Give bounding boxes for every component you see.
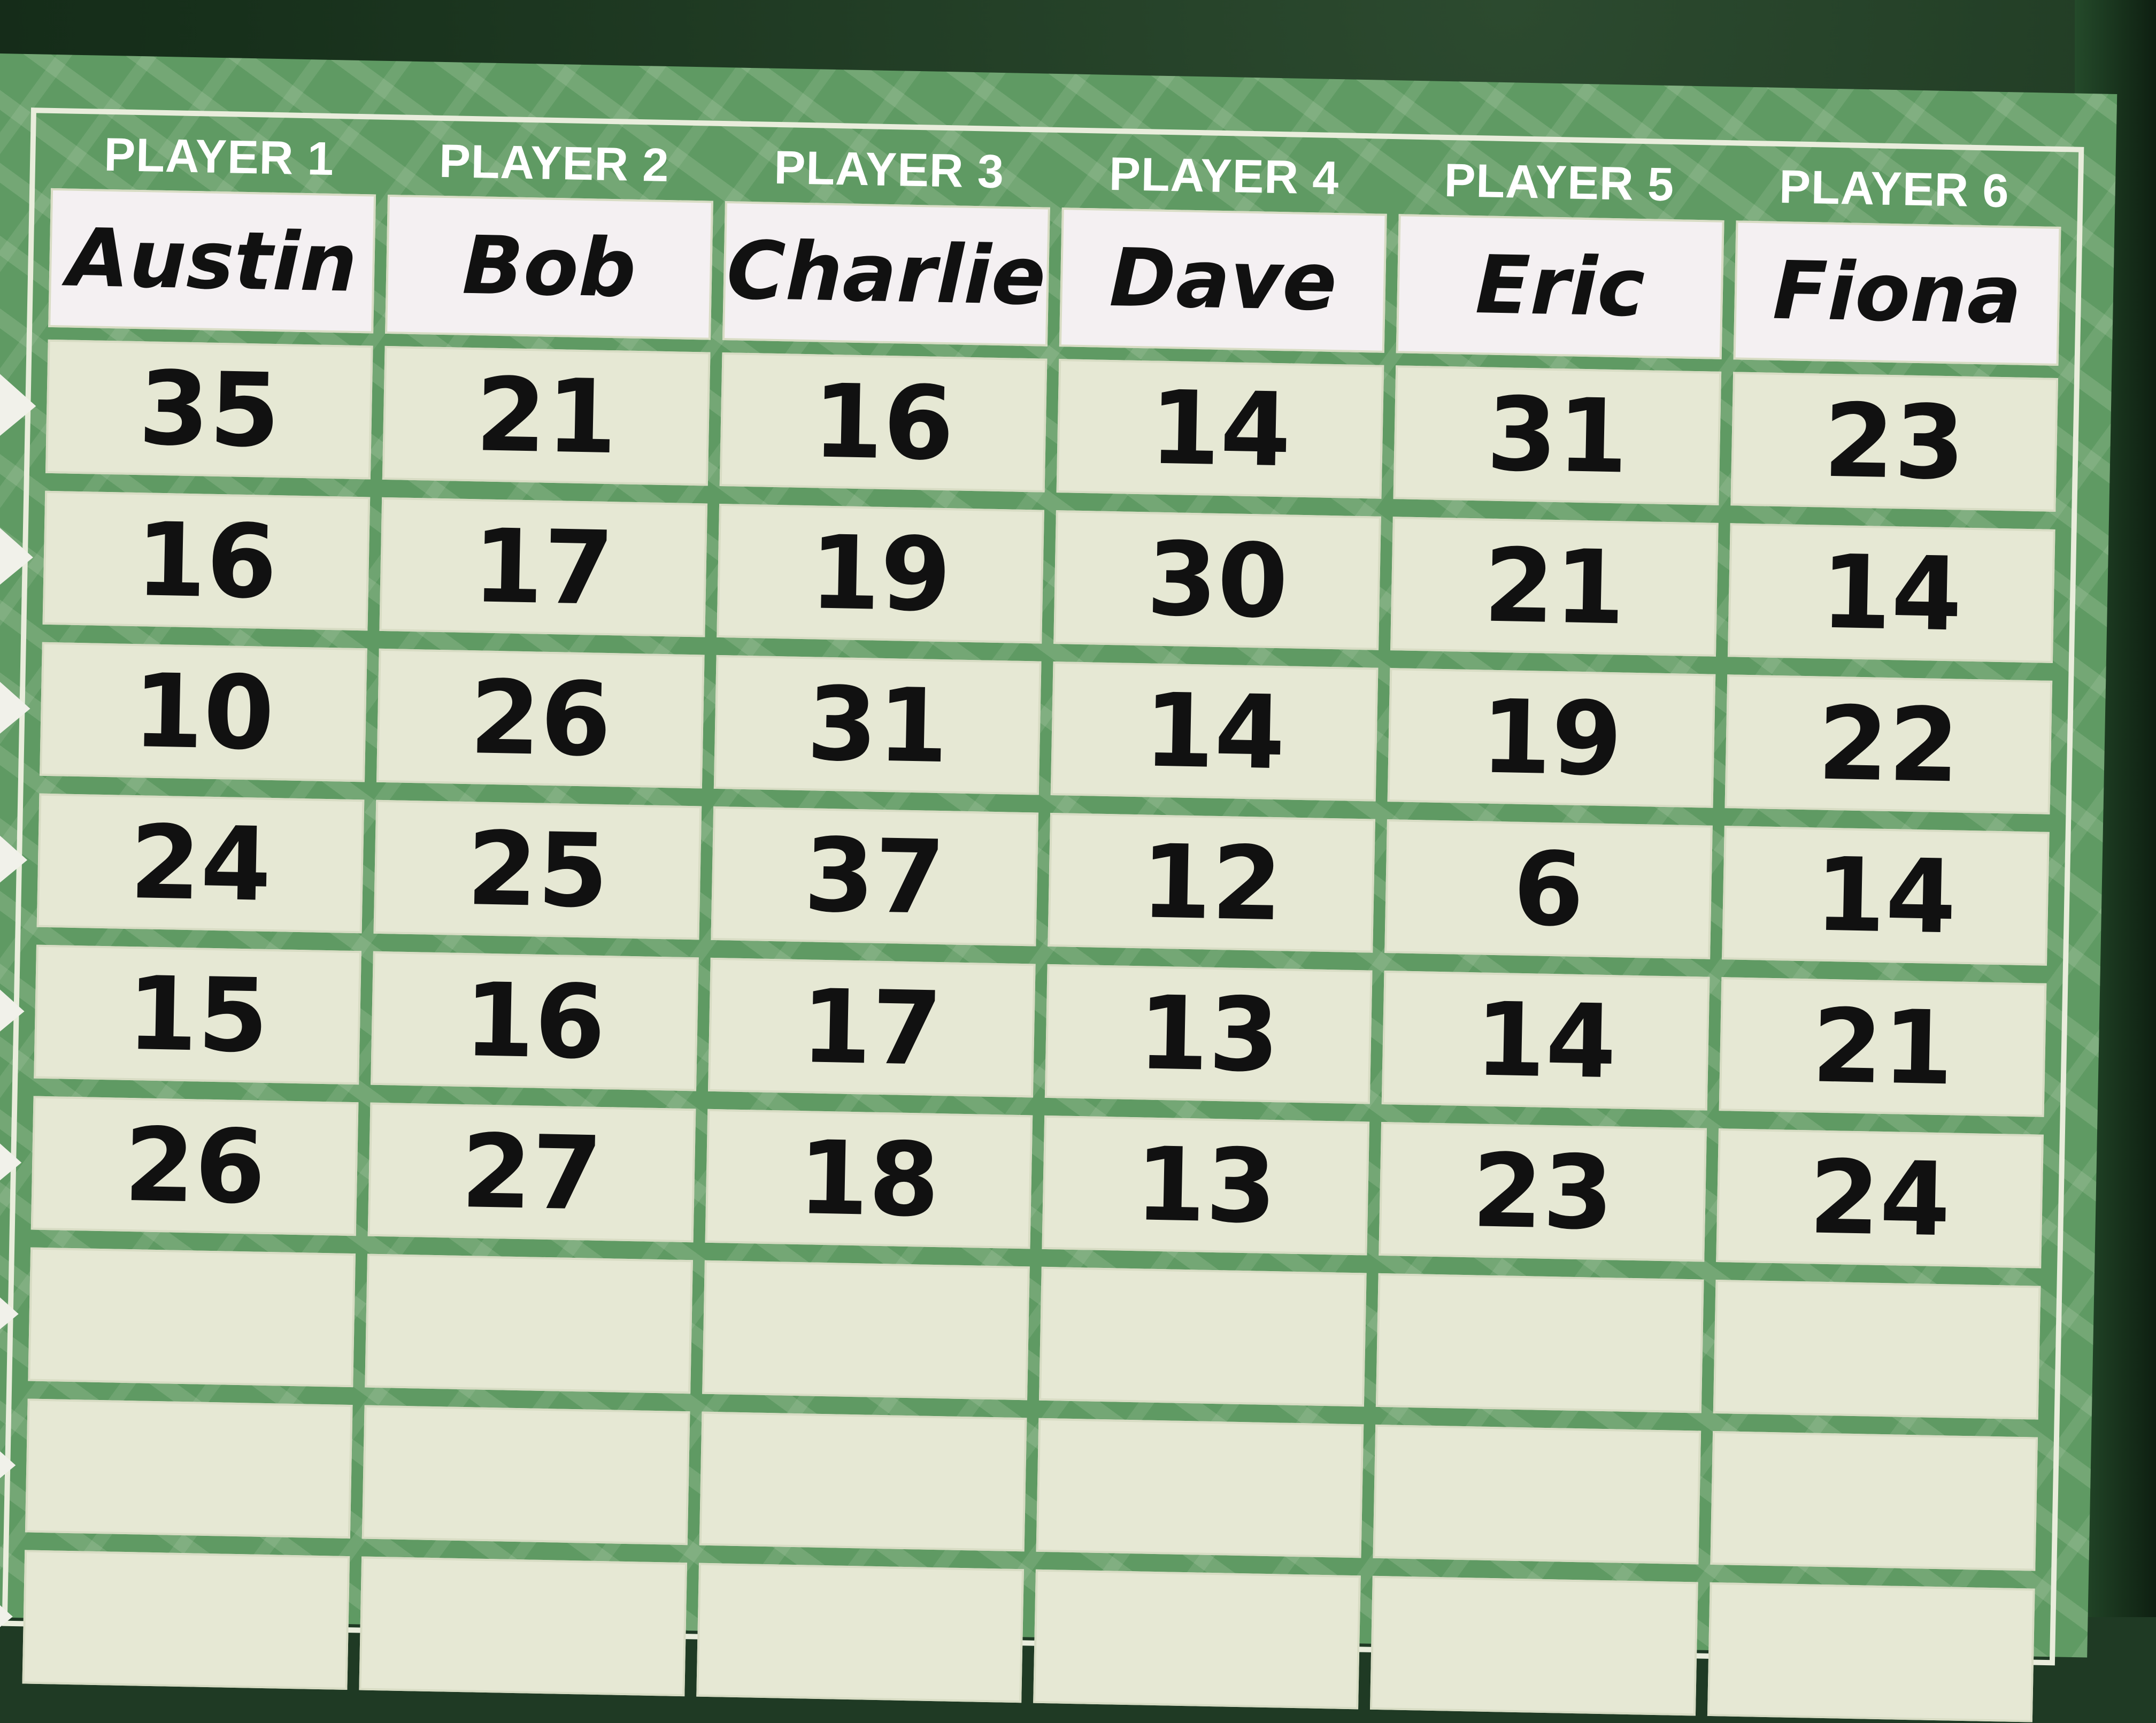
empty-cell	[1713, 1280, 2041, 1420]
score-cell: 18	[705, 1109, 1033, 1249]
empty-cell	[1373, 1424, 1701, 1565]
row-marker-arrow-icon	[0, 1432, 17, 1498]
score-cell: 6	[1384, 819, 1713, 959]
empty-cell	[1036, 1418, 1364, 1558]
empty-cell	[702, 1260, 1030, 1401]
score-cell: 16	[719, 352, 1048, 493]
score-cell: 14	[1056, 359, 1384, 499]
score-cell: 10	[40, 642, 368, 782]
empty-cell	[1710, 1430, 2038, 1571]
score-cell: 14	[1050, 661, 1379, 802]
player-name: Fiona	[1733, 220, 2061, 366]
score-cell: 15	[34, 944, 362, 1085]
row-marker-arrow-icon	[0, 373, 37, 439]
score-cell: 26	[376, 648, 705, 789]
row-marker-arrow-icon	[0, 675, 31, 741]
empty-cell	[365, 1253, 693, 1394]
score-cell: 12	[1048, 812, 1376, 953]
row-marker-arrow-icon	[0, 978, 25, 1044]
score-cell: 35	[45, 339, 373, 480]
score-cell: 23	[1730, 372, 2059, 512]
score-cell: 16	[42, 490, 371, 631]
score-cell: 31	[713, 655, 1042, 795]
score-cell: 24	[36, 793, 365, 934]
score-cell: 14	[1382, 971, 1710, 1111]
empty-cell	[25, 1398, 353, 1539]
score-cell: 17	[707, 957, 1036, 1098]
player-name: Bob	[385, 194, 713, 340]
empty-row	[0, 1247, 2041, 1420]
score-row: 16 17 19 30 21 14	[0, 490, 2055, 663]
player-name: Eric	[1396, 214, 1724, 359]
score-cell: 19	[1387, 668, 1715, 808]
scoreboard: PLAYER 1 PLAYER 2 PLAYER 3 PLAYER 4 PLAY…	[0, 53, 2118, 1722]
empty-cell	[696, 1563, 1024, 1703]
empty-cell	[1038, 1266, 1367, 1407]
empty-cell	[22, 1550, 350, 1690]
player-2-header: PLAYER 2	[438, 134, 670, 192]
player-name: Charlie	[722, 201, 1050, 347]
score-cell: 14	[1721, 826, 2050, 966]
score-cell: 19	[716, 503, 1044, 644]
player-1-header: PLAYER 1	[103, 127, 335, 186]
score-cell: 21	[382, 345, 711, 486]
score-cell: 25	[373, 799, 702, 940]
score-grid: Austin Bob Charlie Dave Eric Fiona 35 21 1…	[0, 188, 2061, 1722]
empty-cell	[1370, 1575, 1698, 1716]
empty-cell	[28, 1247, 356, 1388]
score-cell: 27	[367, 1102, 696, 1243]
score-cell: 13	[1044, 964, 1373, 1104]
player-name: Dave	[1059, 207, 1388, 353]
score-cell: 17	[379, 497, 707, 637]
score-cell: 14	[1727, 523, 2055, 663]
player-6-header: PLAYER 6	[1778, 159, 2010, 218]
empty-cell	[1707, 1582, 2035, 1722]
player-5-header: PLAYER 5	[1443, 153, 1675, 211]
empty-cell	[699, 1411, 1027, 1552]
score-row: 26 27 18 13 23 24	[0, 1096, 2044, 1268]
score-row: 10 26 31 14 19 22	[0, 642, 2053, 814]
empty-cell	[359, 1556, 687, 1697]
score-cell: 21	[1390, 517, 1719, 657]
score-cell: 23	[1379, 1121, 1707, 1262]
score-cell: 37	[711, 806, 1039, 947]
score-cell: 21	[1719, 977, 2047, 1117]
score-cell: 13	[1042, 1115, 1370, 1256]
score-row: 15 16 17 13 14 21	[0, 944, 2047, 1117]
row-marker-arrow-icon	[0, 525, 34, 590]
row-marker-arrow-icon	[0, 827, 28, 893]
empty-row	[0, 1550, 2035, 1722]
row-marker-arrow-icon	[0, 1129, 22, 1195]
empty-cell	[1376, 1273, 1704, 1413]
score-cell: 22	[1724, 674, 2053, 814]
score-row: 24 25 37 12 6 14	[0, 793, 2050, 966]
row-marker-arrow-icon	[0, 1281, 19, 1347]
score-row: 35 21 16 14 31 23	[0, 339, 2059, 512]
score-cell: 16	[371, 951, 699, 1091]
score-cell: 24	[1715, 1128, 2044, 1268]
row-marker-arrow-icon	[0, 1583, 14, 1649]
player-name: Austin	[48, 188, 376, 334]
score-cell: 31	[1393, 365, 1721, 505]
player-4-header: PLAYER 4	[1108, 147, 1340, 205]
player-3-header: PLAYER 3	[773, 140, 1005, 198]
empty-row	[0, 1398, 2038, 1571]
score-cell: 26	[30, 1096, 359, 1236]
empty-cell	[1033, 1569, 1361, 1710]
empty-cell	[362, 1405, 690, 1545]
score-cell: 30	[1053, 510, 1382, 650]
